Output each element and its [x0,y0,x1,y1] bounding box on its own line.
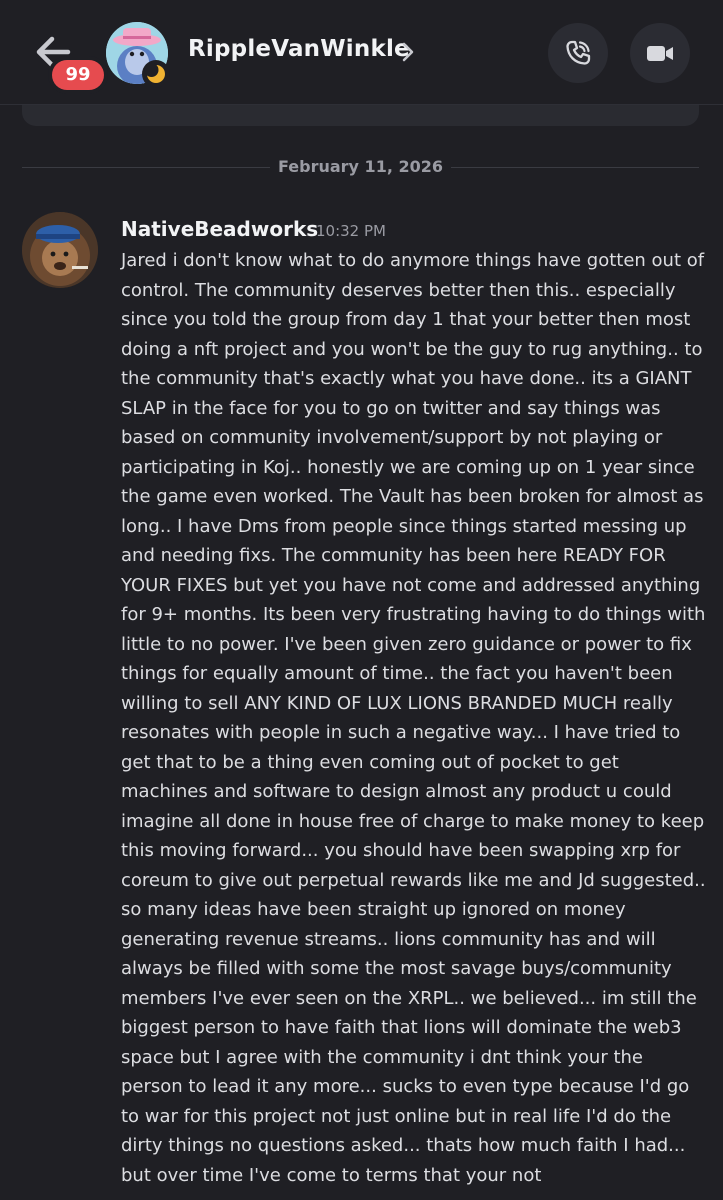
divider-line [451,167,699,168]
video-camera-icon [647,46,673,61]
voice-call-button[interactable] [548,23,608,83]
lion-avatar-image [22,212,98,288]
unread-badge: 99 [52,60,104,90]
chevron-right-icon[interactable] [400,40,416,64]
message-author[interactable]: NativeBeadworks [121,216,318,242]
dm-header: 99 RippleVanWinkle [0,0,723,105]
dm-screen: 99 RippleVanWinkle February 11, 2026 Nat… [0,0,723,1200]
status-moon-icon [142,60,170,88]
date-divider: February 11, 2026 [22,157,699,176]
phone-icon [566,40,591,65]
video-call-button[interactable] [630,23,690,83]
message-author-avatar[interactable] [22,212,98,288]
message-timestamp: 10:32 PM [316,222,386,240]
channel-title[interactable]: RippleVanWinkle [188,36,410,62]
message-body: Jared i don't know what to do anymore th… [121,250,706,1186]
